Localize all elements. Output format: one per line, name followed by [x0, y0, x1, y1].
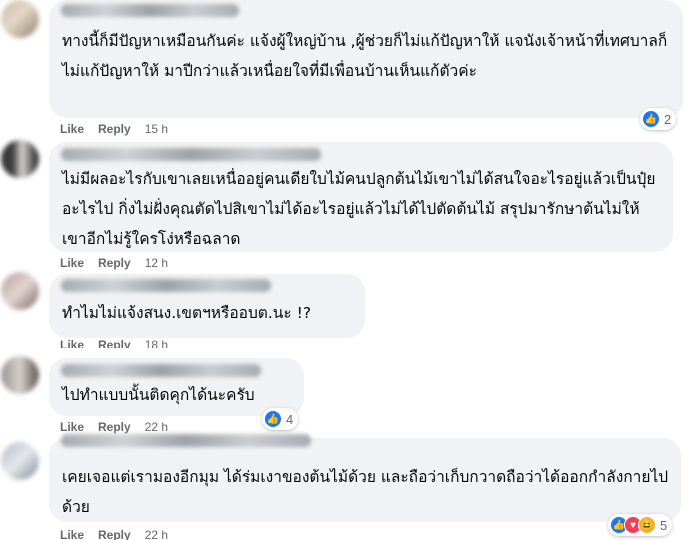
avatar[interactable]	[1, 272, 39, 310]
commenter-name-blurred[interactable]	[61, 279, 271, 292]
commenter-name-blurred[interactable]	[61, 4, 239, 17]
comment-actions: Like Reply 18 h	[60, 338, 182, 348]
reaction-count: 4	[286, 411, 294, 427]
reply-button[interactable]: Reply	[98, 420, 131, 434]
comment-bubble: ไปทำแบบนั้นติดคุกได้นะครับ	[49, 358, 304, 416]
avatar[interactable]	[1, 442, 39, 480]
comment-item: ทำไมไม่แจ้งสนง.เขตฯหรืออบต.นะ !? Like Rep…	[0, 272, 700, 352]
avatar[interactable]	[1, 0, 39, 38]
reply-button[interactable]: Reply	[98, 528, 131, 540]
comment-bubble: ทางนี้ก็มีปัญหาเหมือนกันค่ะ แจ้งผู้ใหญ่บ…	[49, 0, 683, 118]
commenter-name-blurred[interactable]	[61, 364, 261, 377]
like-button[interactable]: Like	[60, 338, 84, 348]
comment-timestamp[interactable]: 18 h	[145, 338, 168, 348]
reaction-summary[interactable]: 👍 4	[262, 408, 299, 430]
commenter-name-blurred[interactable]	[61, 434, 311, 447]
comment-actions: Like Reply 22 h	[60, 528, 182, 540]
comment-item: ทางนี้ก็มีปัญหาเหมือนกันค่ะ แจ้งผู้ใหญ่บ…	[0, 0, 700, 136]
comment-timestamp[interactable]: 15 h	[145, 122, 168, 136]
comment-timestamp[interactable]: 12 h	[145, 256, 168, 270]
like-reaction-icon: 👍	[642, 110, 660, 128]
like-button[interactable]: Like	[60, 528, 84, 540]
reply-button[interactable]: Reply	[98, 122, 131, 136]
comment-actions: Like Reply 12 h	[60, 256, 182, 270]
comment-bubble: เคยเจอแต่เรามองอีกมุม ได้ร่มเงาของต้นไม้…	[49, 434, 681, 522]
comment-text: ไม่มีผลอะไรกับเขาเลยเหนื่ออยู่คนเดียใบไม…	[62, 170, 656, 248]
like-button[interactable]: Like	[60, 256, 84, 270]
like-button[interactable]: Like	[60, 420, 84, 434]
comment-text: ทางนี้ก็มีปัญหาเหมือนกันค่ะ แจ้งผู้ใหญ่บ…	[62, 32, 668, 80]
comment-actions: Like Reply 15 h	[60, 122, 182, 136]
comment-item: ไปทำแบบนั้นติดคุกได้นะครับ 👍 4 Like Reply…	[0, 356, 700, 436]
comment-actions: Like Reply 22 h	[60, 420, 182, 434]
reaction-summary[interactable]: 👍 ♥ 😆 5	[608, 514, 673, 536]
comment-item: ไม่มีผลอะไรกับเขาเลยเหนื่ออยู่คนเดียใบไม…	[0, 140, 700, 270]
avatar[interactable]	[1, 140, 39, 178]
reply-button[interactable]: Reply	[98, 338, 131, 348]
like-reaction-icon: 👍	[264, 410, 282, 428]
comment-text: เคยเจอแต่เรามองอีกมุม ได้ร่มเงาของต้นไม้…	[62, 468, 669, 516]
avatar[interactable]	[1, 356, 39, 394]
comment-timestamp[interactable]: 22 h	[145, 528, 168, 540]
commenter-name-blurred[interactable]	[61, 148, 321, 161]
reaction-count: 2	[664, 111, 672, 127]
comment-text: ไปทำแบบนั้นติดคุกได้นะครับ	[62, 386, 255, 404]
reaction-count: 5	[660, 517, 668, 533]
like-button[interactable]: Like	[60, 122, 84, 136]
comment-item: เคยเจอแต่เรามองอีกมุม ได้ร่มเงาของต้นไม้…	[0, 434, 700, 540]
comment-bubble: ทำไมไม่แจ้งสนง.เขตฯหรืออบต.นะ !?	[49, 274, 365, 338]
comment-text: ทำไมไม่แจ้งสนง.เขตฯหรืออบต.นะ !?	[62, 304, 312, 322]
reply-button[interactable]: Reply	[98, 256, 131, 270]
comment-bubble: ไม่มีผลอะไรกับเขาเลยเหนื่ออยู่คนเดียใบไม…	[49, 142, 673, 252]
comment-timestamp[interactable]: 22 h	[145, 420, 168, 434]
reaction-summary[interactable]: 👍 2	[640, 108, 677, 130]
haha-reaction-icon: 😆	[638, 516, 656, 534]
